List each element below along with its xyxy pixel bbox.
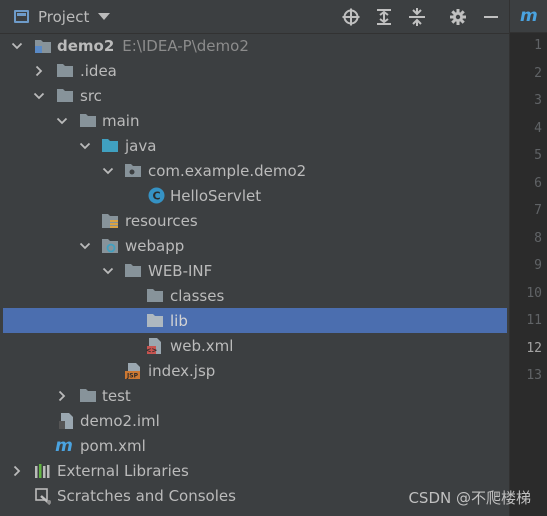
tree-label: test — [102, 386, 131, 405]
folder-icon — [56, 62, 74, 80]
tree-label: java — [125, 136, 157, 155]
chevron-right-icon[interactable] — [33, 65, 45, 77]
folder-icon — [79, 387, 97, 405]
svg-text:JSP: JSP — [126, 372, 139, 379]
line-number: 4 — [534, 121, 542, 136]
editor-area: m 1 2 3 4 5 6 7 8 9 10 11 12 13 — [509, 0, 547, 516]
jsp-file-icon: JSP — [124, 362, 142, 380]
line-number-current: 12 — [526, 341, 542, 356]
chevron-down-icon — [98, 13, 111, 20]
gear-icon[interactable] — [448, 7, 468, 27]
tree-item-resources[interactable]: resources — [0, 208, 509, 233]
resources-folder-icon — [101, 212, 119, 230]
tree-label: demo2 E:\IDEA-P\demo2 — [57, 36, 249, 55]
line-number: 2 — [534, 66, 542, 81]
collapse-all-icon[interactable] — [407, 7, 427, 27]
line-number: 8 — [534, 231, 542, 246]
tree-label: com.example.demo2 — [148, 161, 307, 180]
iml-file-icon — [57, 412, 75, 430]
tree-label: demo2.iml — [80, 411, 160, 430]
chevron-right-icon[interactable] — [56, 390, 68, 402]
watermark: CSDN @不爬楼梯 — [408, 489, 531, 507]
tree-item-main[interactable]: main — [0, 108, 509, 133]
java-class-icon: C — [147, 187, 165, 205]
folder-icon — [124, 262, 142, 280]
chevron-down-icon[interactable] — [33, 90, 45, 102]
tree-label: lib — [170, 311, 188, 330]
line-number: 6 — [534, 176, 542, 191]
folder-icon — [146, 287, 164, 305]
svg-text:C: C — [152, 190, 160, 203]
tree-item-webinf[interactable]: WEB-INF — [0, 258, 509, 283]
xml-file-icon: <> — [146, 337, 164, 355]
maven-icon: m — [55, 435, 73, 456]
expand-all-icon[interactable] — [374, 7, 394, 27]
source-folder-icon — [101, 137, 119, 155]
folder-icon — [56, 87, 74, 105]
tree-label: web.xml — [170, 336, 234, 355]
project-path: E:\IDEA-P\demo2 — [122, 36, 249, 55]
tree-label: index.jsp — [148, 361, 216, 380]
locate-icon[interactable] — [341, 7, 361, 27]
package-icon — [124, 162, 142, 180]
chevron-down-icon[interactable] — [11, 40, 23, 52]
tree-item-src[interactable]: src — [0, 83, 509, 108]
project-title: Project — [38, 7, 90, 26]
line-number: 9 — [534, 258, 542, 273]
libraries-icon — [34, 462, 52, 480]
line-number: 7 — [534, 203, 542, 218]
tree-item-webxml[interactable]: <> web.xml — [0, 333, 509, 358]
chevron-right-icon[interactable] — [11, 465, 23, 477]
module-folder-icon — [34, 37, 52, 55]
tree-item-iml[interactable]: demo2.iml — [0, 408, 509, 433]
tree-item-indexjsp[interactable]: JSP index.jsp — [0, 358, 509, 383]
maven-icon: m — [520, 6, 538, 26]
tree-item-classes[interactable]: classes — [0, 283, 509, 308]
chevron-down-icon[interactable] — [79, 240, 91, 252]
tree-label: pom.xml — [80, 436, 146, 455]
line-number: 3 — [534, 93, 542, 108]
tree-label: External Libraries — [57, 461, 189, 480]
tree-item-package[interactable]: com.example.demo2 — [0, 158, 509, 183]
folder-icon — [146, 312, 164, 330]
tree-item-webapp[interactable]: webapp — [0, 233, 509, 258]
tree-label: classes — [170, 286, 225, 305]
tree-label: WEB-INF — [148, 261, 213, 280]
tree-item-demo2[interactable]: demo2 E:\IDEA-P\demo2 — [0, 33, 509, 58]
project-window-icon — [14, 10, 29, 23]
line-number: 5 — [534, 148, 542, 163]
line-number: 13 — [526, 368, 542, 383]
line-number: 1 — [534, 38, 542, 53]
tree-label: webapp — [125, 236, 185, 255]
tree-label: HelloServlet — [170, 186, 262, 205]
tree-label: Scratches and Consoles — [57, 486, 236, 505]
tree-item-helloservlet[interactable]: C HelloServlet — [0, 183, 509, 208]
tree-item-external-libraries[interactable]: External Libraries — [0, 458, 509, 483]
tree-label: resources — [125, 211, 198, 230]
tree-item-idea[interactable]: .idea — [0, 58, 509, 83]
folder-icon — [79, 112, 97, 130]
minimize-icon[interactable] — [481, 7, 501, 27]
chevron-down-icon[interactable] — [102, 265, 114, 277]
project-panel-header: Project — [0, 0, 509, 34]
line-number: 11 — [526, 313, 542, 328]
line-number: 10 — [526, 286, 542, 301]
tree-item-test[interactable]: test — [0, 383, 509, 408]
tree-item-java[interactable]: java — [0, 133, 509, 158]
scratches-icon — [34, 487, 52, 505]
tree-label: .idea — [80, 61, 117, 80]
chevron-down-icon[interactable] — [56, 115, 68, 127]
editor-tab-pom[interactable]: m — [510, 0, 547, 33]
svg-text:<>: <> — [146, 346, 157, 354]
tree-item-pom[interactable]: m pom.xml — [0, 433, 509, 458]
tree-label: src — [80, 86, 102, 105]
chevron-down-icon[interactable] — [79, 140, 91, 152]
tree-label: main — [102, 111, 140, 130]
chevron-down-icon[interactable] — [102, 165, 114, 177]
web-folder-icon — [101, 237, 119, 255]
tree-item-lib[interactable]: lib — [3, 308, 507, 333]
project-view-selector[interactable]: Project — [14, 0, 111, 33]
